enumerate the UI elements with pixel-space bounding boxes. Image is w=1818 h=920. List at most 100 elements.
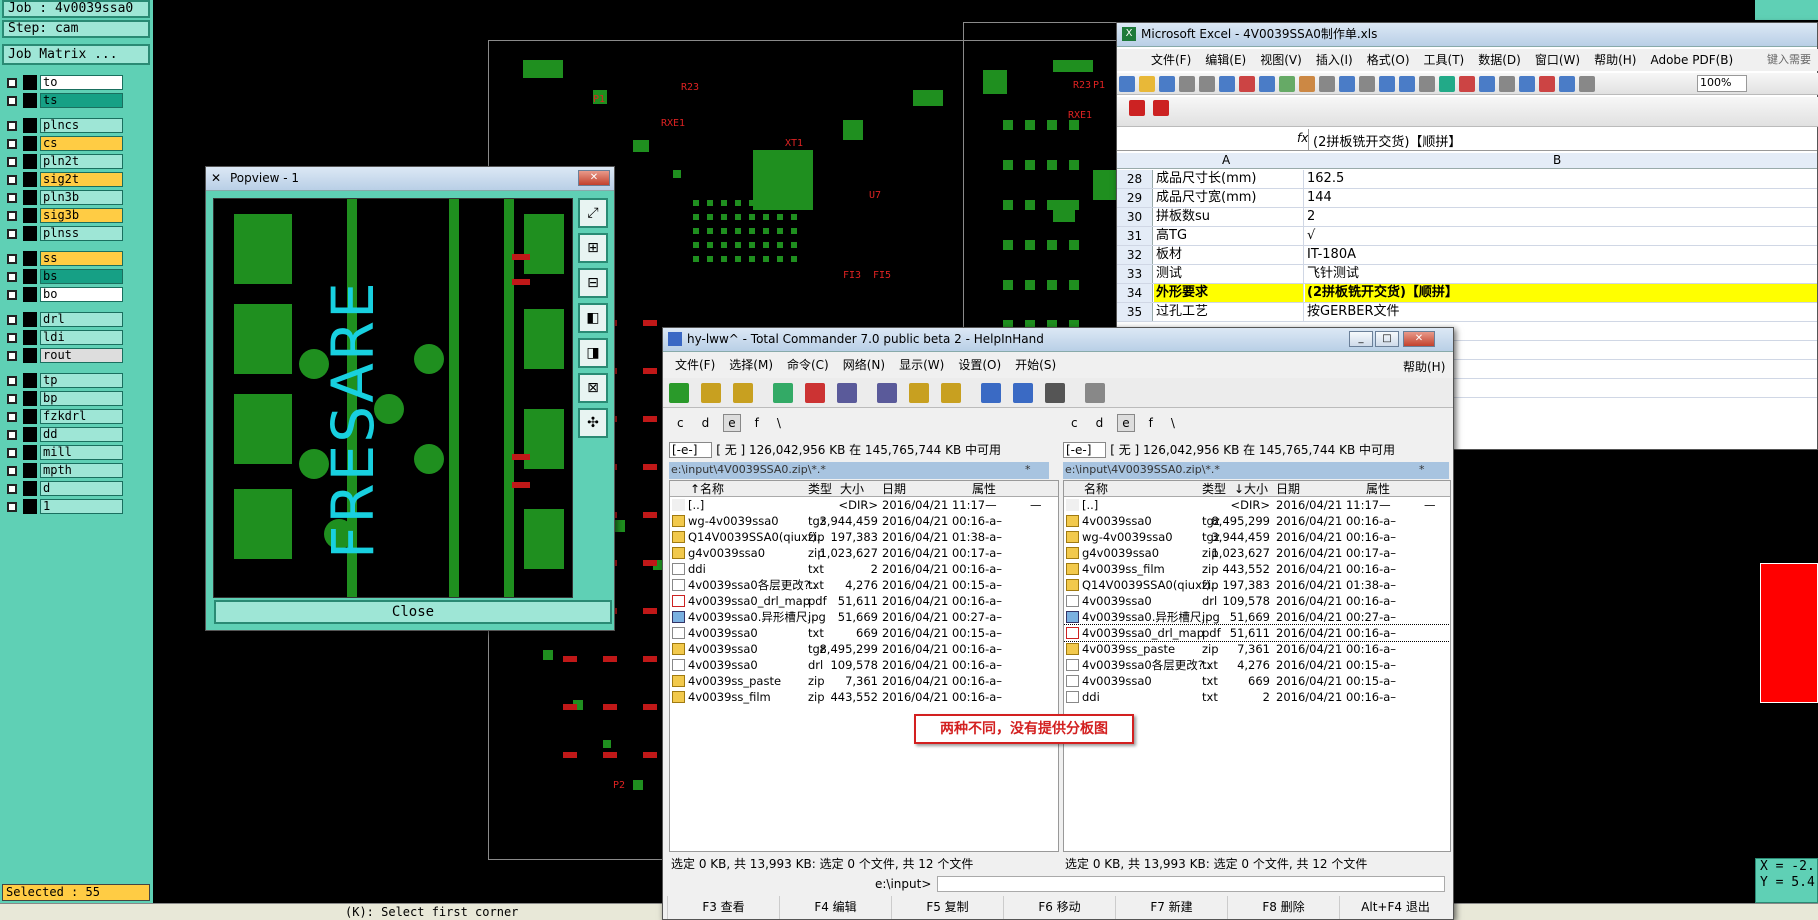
row-number[interactable]: 31	[1117, 227, 1153, 245]
excel-menu-item[interactable]: 编辑(E)	[1205, 53, 1246, 67]
layer-checkbox[interactable]	[7, 254, 17, 264]
drive-button-root[interactable]: \	[1167, 415, 1179, 431]
tc-toolbar-button[interactable]	[733, 383, 753, 403]
col-header-type[interactable]: 类型	[1202, 481, 1226, 497]
layer-checkbox[interactable]	[7, 96, 17, 106]
layer-row[interactable]: rout	[3, 347, 123, 364]
tc-toolbar-button[interactable]	[909, 383, 929, 403]
layer-row[interactable]: sig3b	[3, 207, 123, 224]
file-row[interactable]: 4v0039ss_paste zip 7,361 2016/04/21 00:16-a…	[1064, 641, 1450, 657]
layer-row[interactable]: ss	[3, 250, 123, 267]
layer-row[interactable]: to	[3, 74, 123, 91]
layer-checkbox[interactable]	[7, 315, 17, 325]
file-row[interactable]: wg-4v0039ssa0 tgz 3,944,459 2016/04/21 00:1…	[1064, 529, 1450, 545]
tc-titlebar[interactable]: hy-lww^ - Total Commander 7.0 public bet…	[663, 328, 1453, 352]
drive-button-f[interactable]: f	[751, 415, 763, 431]
excel-toolbar-button[interactable]	[1539, 76, 1555, 92]
layer-checkbox[interactable]	[7, 502, 17, 512]
layer-row[interactable]: sig2t	[3, 171, 123, 188]
layer-checkbox[interactable]	[7, 175, 17, 185]
tc-toolbar-button[interactable]	[1045, 383, 1065, 403]
layer-name[interactable]: dd	[40, 427, 123, 442]
file-row[interactable]: g4v0039ssa0 zip 1,023,627 2016/04/21 00:17-…	[670, 545, 1058, 561]
col-header-date[interactable]: 日期	[882, 481, 906, 497]
col-header-attr[interactable]: 属性	[972, 481, 996, 497]
layer-row[interactable]: plncs	[3, 117, 123, 134]
excel-toolbar-button[interactable]	[1159, 76, 1175, 92]
tc-toolbar-button[interactable]	[805, 383, 825, 403]
cell-b[interactable]: 按GERBER文件	[1305, 303, 1817, 321]
layer-row[interactable]: tp	[3, 372, 123, 389]
layer-row[interactable]: cs	[3, 135, 123, 152]
layer-row[interactable]: pln2t	[3, 153, 123, 170]
tc-command-line[interactable]: e:\input>	[667, 874, 1451, 894]
formula-fx-icon[interactable]: fx	[1297, 131, 1308, 145]
file-row[interactable]: 4v0039ssa0.异形槽尺.. jpg 51,669 2016/04/21 00:…	[670, 609, 1058, 625]
popview-close-button[interactable]: Close	[214, 600, 612, 624]
col-header-a[interactable]: A	[1222, 153, 1230, 167]
cell-a[interactable]: 成品尺寸宽(mm)	[1154, 189, 1304, 207]
row-number[interactable]: 28	[1117, 170, 1153, 188]
function-key-button[interactable]: Alt+F4 退出	[1339, 896, 1451, 919]
file-row[interactable]: 4v0039ssa0各层更改?.. txt 4,276 2016/04/21 00:1…	[1064, 657, 1450, 673]
drive-button-root[interactable]: \	[773, 415, 785, 431]
excel-menu-item[interactable]: 数据(D)	[1478, 53, 1521, 67]
tc-toolbar-button[interactable]	[669, 383, 689, 403]
excel-toolbar-button[interactable]	[1239, 76, 1255, 92]
layer-checkbox[interactable]	[7, 157, 17, 167]
center-icon[interactable]: ✣	[578, 408, 608, 438]
zoom-box-icon[interactable]: ⊠	[578, 373, 608, 403]
excel-toolbar-button[interactable]	[1119, 76, 1135, 92]
excel-toolbar-button[interactable]	[1319, 76, 1335, 92]
row-number[interactable]: 34	[1117, 284, 1153, 302]
tc-toolbar-button[interactable]	[877, 383, 897, 403]
excel-menu-item[interactable]: 窗口(W)	[1535, 53, 1580, 67]
cell-a[interactable]: 过孔工艺	[1154, 303, 1304, 321]
layer-row[interactable]: bs	[3, 268, 123, 285]
layer-row[interactable]: d	[3, 480, 123, 497]
col-header-b[interactable]: B	[1553, 153, 1561, 167]
layer-checkbox[interactable]	[7, 430, 17, 440]
tc-toolbar-button[interactable]	[1085, 383, 1105, 403]
pan-left-icon[interactable]: ◧	[578, 303, 608, 333]
layer-checkbox[interactable]	[7, 139, 17, 149]
col-header-date[interactable]: 日期	[1276, 481, 1300, 497]
tc-menu-item[interactable]: 网络(N)	[843, 358, 885, 372]
layer-name[interactable]: ss	[40, 251, 123, 266]
file-row[interactable]: [..] <DIR> 2016/04/21 11:17— —	[670, 497, 1058, 513]
col-header-type[interactable]: 类型	[808, 481, 832, 497]
cell-a[interactable]: 板材	[1154, 246, 1304, 264]
file-row[interactable]: 4v0039ss_paste zip 7,361 2016/04/21 00:16-a…	[670, 673, 1058, 689]
layer-name[interactable]: sig2t	[40, 172, 123, 187]
layer-name[interactable]: d	[40, 481, 123, 496]
file-row[interactable]: g4v0039ssa0 zip 1,023,627 2016/04/21 00:17-…	[1064, 545, 1450, 561]
zoom-in-icon[interactable]: ⊞	[578, 233, 608, 263]
excel-name-box[interactable]	[1117, 129, 1309, 150]
layer-checkbox[interactable]	[7, 211, 17, 221]
layer-name[interactable]: ldi	[40, 330, 123, 345]
file-row[interactable]: Q14V0039SSA0(qiuxf).. zip 197,383 2016/04/2…	[670, 529, 1058, 545]
layer-checkbox[interactable]	[7, 290, 17, 300]
minimize-icon[interactable]: _	[1349, 331, 1373, 347]
tc-right-file-panel[interactable]: 名称 类型 ↓大小 日期 属性 [..] <DIR> 2016/04/21 11:17— —4v…	[1063, 480, 1451, 852]
close-icon[interactable]: ✕	[1403, 331, 1435, 347]
tc-toolbar-button[interactable]	[1013, 383, 1033, 403]
file-row[interactable]: 4v0039ss_film zip 443,552 2016/04/21 00:16-…	[1064, 561, 1450, 577]
cell-a[interactable]: 拼板数su	[1154, 208, 1304, 226]
function-key-button[interactable]: F6 移动	[1003, 896, 1115, 919]
file-row[interactable]: 4v0039ssa0 tgz 8,495,299 2016/04/21 00:16-a…	[670, 641, 1058, 657]
drive-button-c[interactable]: c	[1067, 415, 1082, 431]
excel-menu-item[interactable]: 视图(V)	[1260, 53, 1302, 67]
layer-name[interactable]: bo	[40, 287, 123, 302]
layer-name[interactable]: mill	[40, 445, 123, 460]
pdf-convert-icon[interactable]	[1129, 100, 1145, 116]
tc-toolbar-button[interactable]	[981, 383, 1001, 403]
tc-left-filter[interactable]: *	[1025, 462, 1031, 478]
excel-menu-item[interactable]: 工具(T)	[1424, 53, 1465, 67]
function-key-button[interactable]: F5 复制	[891, 896, 1003, 919]
layer-row[interactable]: ts	[3, 92, 123, 109]
layer-checkbox[interactable]	[7, 376, 17, 386]
function-key-button[interactable]: F3 查看	[667, 896, 779, 919]
excel-toolbar-button[interactable]	[1359, 76, 1375, 92]
tc-toolbar-button[interactable]	[837, 383, 857, 403]
